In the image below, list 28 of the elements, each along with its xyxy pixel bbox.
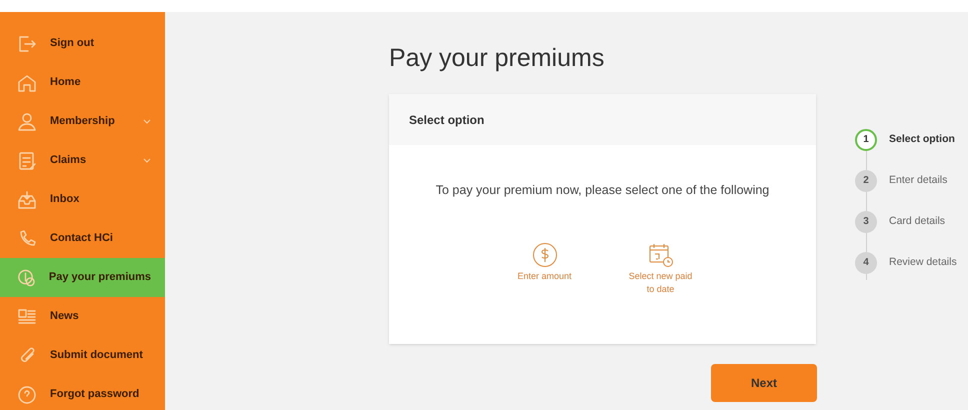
step-label: Review details: [889, 254, 957, 270]
instruction-text: To pay your premium now, please select one of the following: [434, 182, 770, 199]
sidebar-item[interactable]: Pay your premiums: [0, 258, 165, 297]
step-label: Card details: [889, 214, 946, 229]
option-link[interactable]: Enter amount: [510, 270, 580, 283]
sidebar-item[interactable]: Inbox: [0, 180, 165, 219]
card-heading: Select option: [409, 112, 484, 128]
sidebar-item[interactable]: Contact HCi: [0, 219, 165, 258]
step-label: Enter details: [889, 172, 948, 188]
person-icon: [16, 110, 38, 132]
step-number: 3: [855, 210, 877, 232]
dollar-icon: [532, 242, 558, 268]
sidebar-item[interactable]: Membership: [0, 102, 165, 141]
sidebar-item[interactable]: Home: [0, 63, 165, 102]
step-number: 1: [855, 128, 877, 150]
sidebar-item[interactable]: News: [0, 297, 165, 336]
sidebar-item[interactable]: Submit document: [0, 336, 165, 375]
inbox-icon: [16, 188, 38, 210]
calendar-clock-icon: [648, 242, 674, 268]
sidebar-item[interactable]: Forgot password: [0, 375, 165, 410]
step-number: 2: [855, 170, 877, 192]
next-button[interactable]: Next: [711, 364, 817, 402]
page-title: Pay your premiums: [389, 43, 606, 74]
sidebar-item[interactable]: Claims: [0, 141, 165, 180]
step-number: 4: [855, 252, 877, 274]
help-icon: [16, 384, 38, 406]
sidebar-item[interactable]: Sign out: [0, 24, 165, 63]
step-label: Select option: [889, 132, 955, 147]
